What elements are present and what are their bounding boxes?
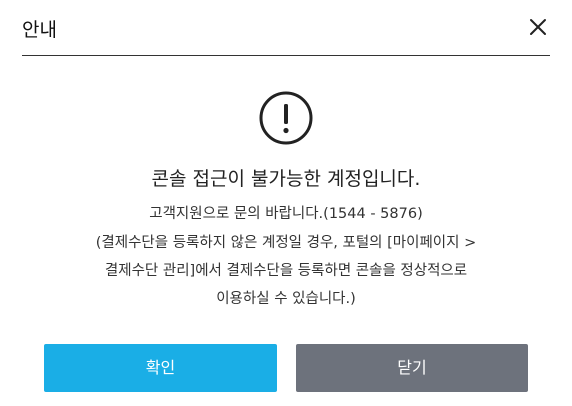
close-icon[interactable] <box>528 17 548 37</box>
support-message: 고객지원으로 문의 바랍니다.(1544 - 5876) <box>149 206 423 222</box>
close-button[interactable]: 닫기 <box>296 344 528 392</box>
main-message: 콘솔 접근이 불가능한 계정입니다. <box>151 168 421 190</box>
detail-line: 결제수단 관리]에서 결제수단을 등록하면 콘솔을 정상적으로 <box>104 263 468 279</box>
detail-message: (결제수단을 등록하지 않은 계정일 경우, 포털의 [마이페이지 > 결제수단… <box>0 229 572 313</box>
exclamation-circle-icon <box>259 91 313 145</box>
dialog-header: 안내 <box>22 0 550 56</box>
notice-dialog: 안내 콘솔 접근이 불가능한 계정입니다. 고객지원으로 문의 바랍니다.(15… <box>0 0 572 406</box>
detail-line: 이용하실 수 있습니다.) <box>216 291 356 307</box>
dialog-title: 안내 <box>22 19 57 41</box>
confirm-button[interactable]: 확인 <box>44 344 277 392</box>
detail-line: (결제수단을 등록하지 않은 계정일 경우, 포털의 [마이페이지 > <box>95 235 477 251</box>
